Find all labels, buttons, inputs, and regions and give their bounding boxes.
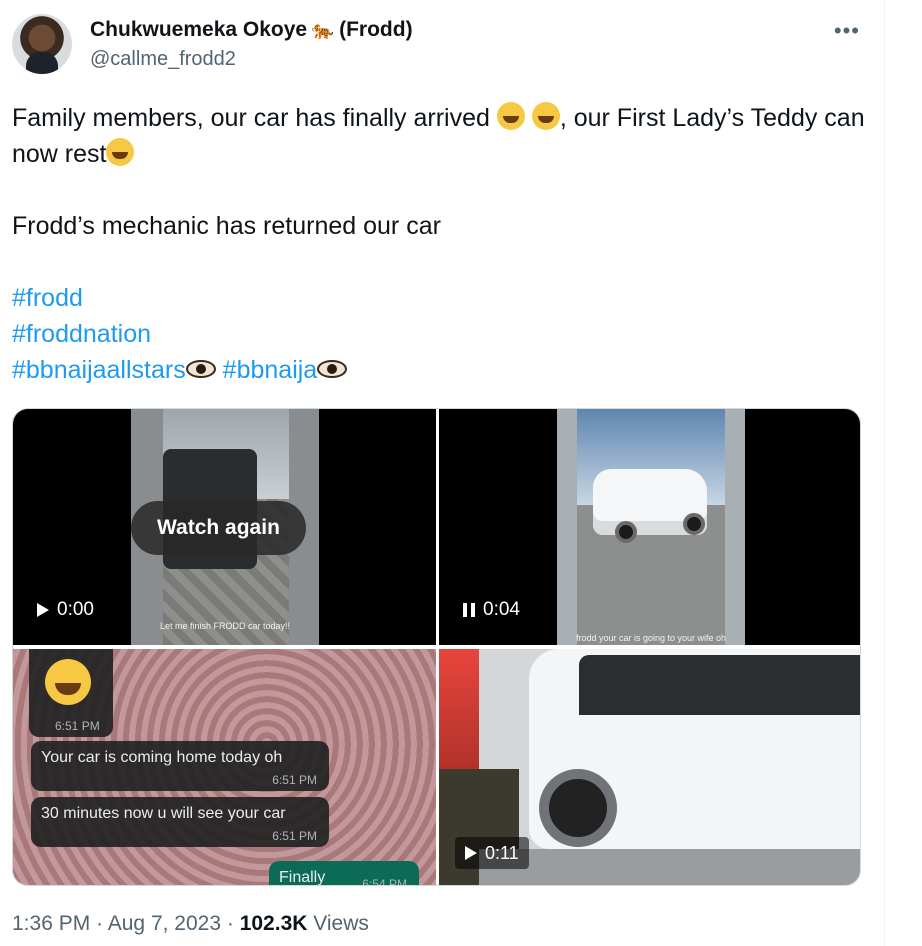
- author-name-text: Chukwuemeka Okoye: [90, 18, 308, 41]
- author-name-suffix: (Frodd): [339, 18, 413, 41]
- chat-bubble: 30 minutes now u will see your car 6:51 …: [31, 797, 329, 847]
- joy-emoji-icon: [45, 659, 91, 705]
- author-block: Chukwuemeka Okoye 🐅 (Frodd) @callme_frod…: [90, 18, 413, 71]
- chat-message: 30 minutes now u will see your car: [41, 805, 286, 822]
- tweet-body: Family members, our car has finally arri…: [12, 100, 872, 388]
- media-grid: Let me finish FRODD car today!! Watch ag…: [12, 408, 861, 886]
- tweet-date[interactable]: Aug 7, 2023: [108, 912, 221, 935]
- chat-bubble: Your car is coming home today oh 6:51 PM: [31, 741, 329, 791]
- tweet-header: Chukwuemeka Okoye 🐅 (Frodd) @callme_frod…: [12, 12, 872, 76]
- timeline-divider: [884, 0, 885, 946]
- views-label: Views: [313, 912, 369, 935]
- eye-emoji-icon: [317, 360, 348, 378]
- hashtag-link[interactable]: #bbnaija: [223, 356, 318, 384]
- watch-again-button[interactable]: Watch again: [131, 501, 306, 555]
- video-time: 0:00: [57, 599, 94, 620]
- video-controls[interactable]: 0:04: [463, 599, 520, 621]
- play-icon[interactable]: [37, 603, 49, 617]
- avatar[interactable]: [12, 14, 72, 74]
- rofl-emoji-icon: [496, 102, 525, 130]
- eye-emoji-icon: [185, 360, 216, 378]
- video-tile-2[interactable]: frodd your car is going to your wife oh …: [439, 409, 860, 645]
- video-duration-badge[interactable]: 0:11: [455, 837, 529, 869]
- tweet-paragraph-2: Frodd’s mechanic has returned our car: [12, 212, 441, 240]
- meta-separator: ·: [96, 912, 104, 935]
- video-caption: frodd your car is going to your wife oh: [575, 633, 727, 643]
- rofl-emoji-icon: [106, 138, 135, 166]
- rofl-emoji-icon: [531, 102, 560, 130]
- video-time: 0:11: [485, 843, 519, 863]
- tiger-icon: 🐅: [311, 19, 335, 40]
- hashtag-link[interactable]: #froddnation: [12, 320, 151, 348]
- tweet-paragraph-1: Family members, our car has finally arri…: [12, 100, 872, 172]
- tweet-text-1a: Family members, our car has finally arri…: [12, 104, 497, 132]
- author-display-name[interactable]: Chukwuemeka Okoye 🐅 (Frodd): [90, 18, 413, 42]
- hashtag-link[interactable]: #bbnaijaallstars: [12, 356, 186, 384]
- tweet-meta: 1:36 PM · Aug 7, 2023 · 102.3K Views: [12, 912, 369, 936]
- chat-bubble: 6:51 PM: [29, 649, 113, 737]
- video-controls[interactable]: 0:00: [37, 599, 94, 621]
- video-tile-4[interactable]: 0:11: [439, 649, 860, 885]
- chat-message: Finally: [279, 869, 326, 886]
- video-thumbnail: frodd your car is going to your wife oh: [557, 409, 745, 645]
- chat-time: 6:51 PM: [55, 719, 100, 733]
- meta-separator: ·: [226, 912, 234, 935]
- chat-time: 6:51 PM: [272, 829, 317, 843]
- hashtag-link[interactable]: #frodd: [12, 284, 83, 312]
- video-time: 0:04: [483, 599, 520, 620]
- video-caption: Let me finish FRODD car today!!: [159, 621, 291, 631]
- chat-bubble-outgoing: Finally 6:54 PM: [269, 861, 419, 886]
- author-handle[interactable]: @callme_frodd2: [90, 48, 413, 71]
- chat-screenshot-image[interactable]: 6:51 PM Your car is coming home today oh…: [13, 649, 436, 886]
- video-tile-1[interactable]: Let me finish FRODD car today!! Watch ag…: [13, 409, 436, 645]
- more-options-icon[interactable]: •••: [834, 18, 860, 44]
- chat-time: 6:54 PM: [362, 877, 407, 886]
- chat-message: Your car is coming home today oh: [41, 749, 283, 766]
- pause-icon[interactable]: [463, 603, 475, 617]
- play-icon[interactable]: [465, 846, 477, 860]
- tweet-time[interactable]: 1:36 PM: [12, 912, 90, 935]
- chat-time: 6:51 PM: [272, 773, 317, 787]
- views-count[interactable]: 102.3K: [240, 912, 308, 935]
